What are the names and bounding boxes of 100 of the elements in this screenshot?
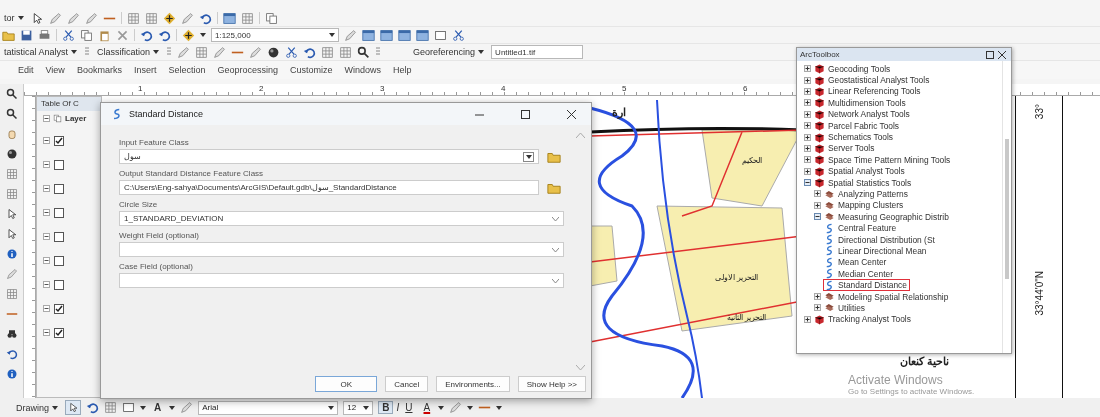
dropdown-field[interactable]: سول	[119, 149, 539, 164]
undo-icon[interactable]	[140, 28, 153, 42]
tree-item[interactable]: Directional Distribution (St	[823, 233, 938, 246]
expander-icon[interactable]	[804, 65, 811, 73]
layer-checkbox[interactable]	[54, 279, 64, 290]
sphere-icon[interactable]	[5, 148, 18, 160]
layer-checkbox[interactable]	[54, 207, 64, 218]
layer-checkbox[interactable]	[54, 231, 64, 242]
expander-icon[interactable]	[804, 87, 811, 95]
drawing-menu[interactable]: Drawing	[14, 402, 60, 413]
menu-item[interactable]: Windows	[338, 65, 387, 75]
search-icon[interactable]	[357, 45, 371, 59]
tree-item[interactable]: Mapping Clusters	[813, 199, 907, 212]
expander-icon[interactable]	[804, 179, 811, 187]
pointer-icon[interactable]	[5, 208, 18, 220]
expander-icon[interactable]	[804, 76, 811, 84]
grid-icon[interactable]	[104, 401, 117, 414]
expander-icon[interactable]	[43, 161, 50, 168]
tree-item[interactable]: Central Feature	[823, 222, 900, 234]
expander-icon[interactable]	[804, 156, 811, 164]
scrollbar[interactable]	[1002, 61, 1011, 353]
toolbar-menu[interactable]: Georeferencing	[411, 47, 487, 57]
undo-icon[interactable]	[198, 11, 212, 25]
layer-checkbox[interactable]	[54, 135, 64, 146]
menu-item[interactable]: Geoprocessing	[211, 65, 284, 75]
scissors-icon[interactable]	[62, 28, 75, 42]
clipboard-icon[interactable]	[98, 28, 111, 42]
tree-item[interactable]: Modeling Spatial Relationship	[813, 290, 952, 303]
undo-icon[interactable]	[158, 28, 171, 42]
tree-item[interactable]: Measuring Geographic Distrib	[813, 211, 952, 223]
select-field[interactable]	[119, 273, 564, 288]
expander-icon[interactable]	[804, 110, 811, 118]
tree-item[interactable]: Analyzing Patterns	[813, 188, 911, 200]
tree-item[interactable]: Standard Distance	[823, 279, 910, 291]
grid-icon[interactable]	[5, 288, 18, 300]
menu-item[interactable]: View	[39, 65, 71, 75]
add-data-icon[interactable]	[182, 28, 195, 42]
tree-item[interactable]: Spatial Analyst Tools	[803, 165, 908, 177]
style-button[interactable]: B	[378, 401, 394, 414]
delete-icon[interactable]	[116, 28, 129, 42]
layer-field[interactable]: Untitled1.tif	[491, 45, 584, 59]
expander-icon[interactable]	[804, 315, 811, 323]
window-icon[interactable]	[222, 11, 236, 25]
rectangle-icon[interactable]	[122, 401, 135, 414]
save-icon[interactable]	[20, 28, 33, 42]
expander-icon[interactable]	[814, 190, 821, 198]
expander-icon[interactable]	[43, 233, 50, 240]
select-field[interactable]: 1_STANDARD_DEVIATION	[119, 211, 564, 226]
sphere-icon[interactable]	[267, 45, 281, 59]
expander-icon[interactable]	[43, 305, 50, 312]
expander-icon[interactable]	[43, 209, 50, 216]
expander-icon[interactable]	[814, 293, 821, 300]
printer-icon[interactable]	[38, 28, 51, 42]
copy-icon[interactable]	[80, 28, 93, 42]
expander-icon[interactable]	[43, 281, 50, 288]
select-field[interactable]	[119, 242, 564, 257]
scissors-icon[interactable]	[452, 28, 465, 42]
toolbar-menu[interactable]: tatistical Analyst	[2, 47, 80, 57]
tree-item[interactable]: Spatial Statistics Tools	[803, 176, 915, 189]
dialog-button[interactable]: Cancel	[385, 376, 429, 392]
menu-item[interactable]: Insert	[127, 65, 163, 75]
layer-checkbox[interactable]	[54, 327, 64, 338]
dialog-button[interactable]: Show Help >>	[517, 376, 586, 392]
expander-icon[interactable]	[804, 144, 811, 152]
dialog-button[interactable]: Environments...	[436, 376, 510, 392]
expander-icon[interactable]	[814, 304, 821, 312]
undo-icon[interactable]	[86, 401, 99, 414]
scissors-icon[interactable]	[285, 45, 299, 59]
select-tool[interactable]	[65, 400, 81, 415]
grid-icon[interactable]	[5, 188, 18, 200]
add-data-icon[interactable]	[162, 11, 176, 25]
tree-item[interactable]: Schematics Tools	[803, 131, 896, 143]
expander-icon[interactable]	[804, 99, 811, 107]
expander-icon[interactable]	[804, 133, 811, 141]
window-icon[interactable]	[380, 28, 393, 42]
expander-icon[interactable]	[43, 329, 50, 336]
tree-item[interactable]: Median Center	[823, 268, 896, 280]
font-size-field[interactable]: 12	[343, 400, 374, 415]
toolbar-menu[interactable]: Classification	[95, 47, 162, 57]
expander-icon[interactable]	[43, 115, 50, 122]
style-button[interactable]: I	[393, 401, 403, 414]
menu-item[interactable]: Customize	[284, 65, 339, 75]
style-button[interactable]: U	[402, 401, 416, 414]
window-icon[interactable]	[362, 28, 375, 42]
copy-icon[interactable]	[264, 11, 278, 25]
undo-icon[interactable]	[303, 45, 317, 59]
tree-item[interactable]: Utilities	[813, 302, 868, 314]
close-button[interactable]	[996, 50, 1008, 59]
tree-item[interactable]: Tracking Analyst Tools	[803, 313, 914, 325]
expander-icon[interactable]	[814, 201, 821, 209]
tree-item[interactable]: Space Time Pattern Mining Tools	[803, 154, 954, 166]
layer-checkbox[interactable]	[54, 255, 64, 266]
tree-item[interactable]: Mean Center	[823, 256, 890, 269]
tree-item[interactable]: Geostatistical Analyst Tools	[803, 74, 933, 86]
layer-checkbox[interactable]	[54, 183, 64, 194]
layer-checkbox[interactable]	[54, 303, 64, 314]
info-icon[interactable]	[5, 248, 18, 260]
dialog-button[interactable]: OK	[315, 376, 378, 392]
expander-icon[interactable]	[804, 122, 811, 130]
expander-icon[interactable]	[43, 185, 50, 192]
